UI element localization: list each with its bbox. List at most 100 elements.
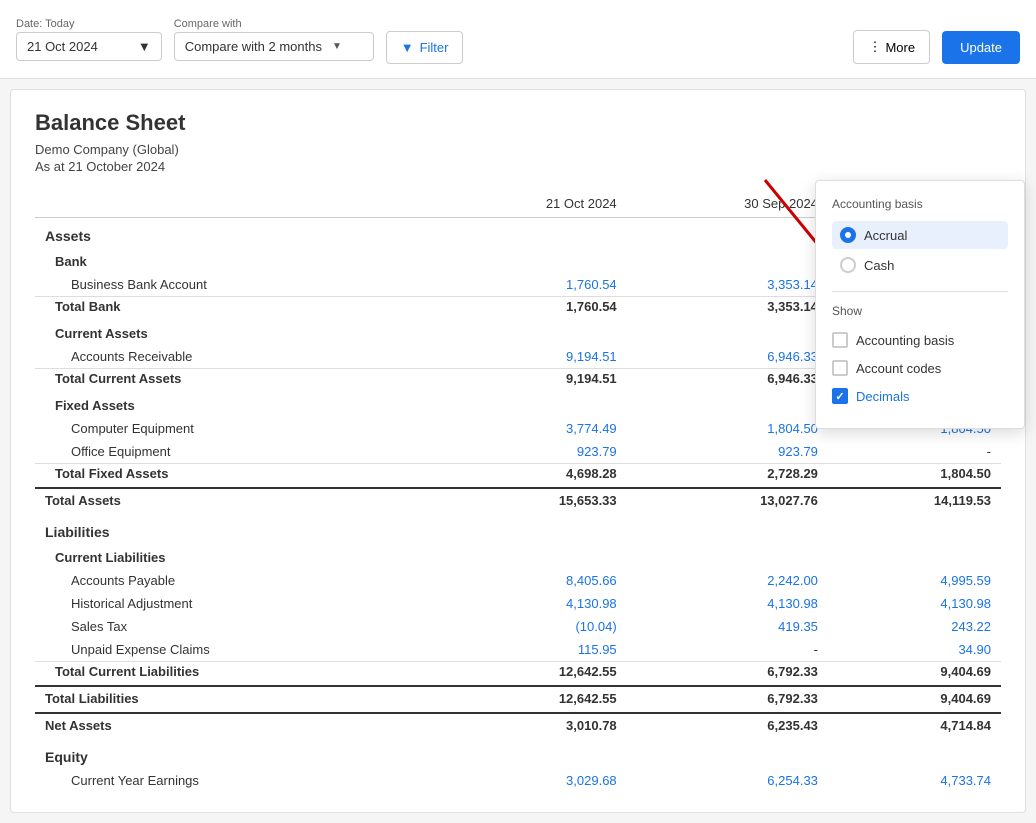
office-equipment-label: Office Equipment (35, 440, 432, 464)
current-liabilities-header: Current Liabilities (35, 544, 1001, 569)
total-assets-row: Total Assets 15,653.33 13,027.76 14,119.… (35, 488, 1001, 514)
total-liabilities-col2: 6,792.33 (627, 686, 828, 713)
accounts-receivable-col2[interactable]: 6,946.33 (627, 345, 828, 369)
accounts-receivable-col1[interactable]: 9,194.51 (432, 345, 627, 369)
sales-tax-col1[interactable]: (10.04) (432, 615, 627, 638)
unpaid-expense-col1[interactable]: 115.95 (432, 638, 627, 662)
total-fixed-assets-col1: 4,698.28 (432, 464, 627, 489)
current-liabilities-label: Current Liabilities (35, 544, 1001, 569)
unpaid-expense-label: Unpaid Expense Claims (35, 638, 432, 662)
historical-adjustment-col1[interactable]: 4,130.98 (432, 592, 627, 615)
sales-tax-label: Sales Tax (35, 615, 432, 638)
equity-label: Equity (35, 739, 1001, 769)
compare-value: Compare with 2 months (185, 39, 322, 54)
decimals-checkbox-option[interactable]: Decimals (832, 384, 1008, 408)
accounting-basis-checkbox-option[interactable]: Accounting basis (832, 328, 1008, 352)
show-title: Show (832, 304, 1008, 318)
accounts-payable-col2[interactable]: 2,242.00 (627, 569, 828, 592)
decimals-cb-label: Decimals (856, 389, 909, 404)
business-bank-col2[interactable]: 3,353.14 (627, 273, 828, 297)
date-label: Date: Today (16, 18, 162, 30)
net-assets-label: Net Assets (35, 713, 432, 739)
current-year-earnings-col3[interactable]: 4,733.74 (828, 769, 1001, 792)
date-picker[interactable]: 21 Oct 2024 ▼ (16, 32, 162, 61)
total-current-liabilities-col3: 9,404.69 (828, 662, 1001, 687)
company-name: Demo Company (Global) (35, 142, 1001, 157)
more-button[interactable]: ⋮ More (853, 30, 930, 64)
cash-label: Cash (864, 258, 894, 273)
filter-button[interactable]: ▼ Filter (386, 31, 464, 64)
cash-radio[interactable] (840, 257, 856, 273)
total-current-liabilities-row: Total Current Liabilities 12,642.55 6,79… (35, 662, 1001, 687)
table-row: Sales Tax (10.04) 419.35 243.22 (35, 615, 1001, 638)
total-fixed-assets-label: Total Fixed Assets (35, 464, 432, 489)
office-equipment-col3: - (828, 440, 1001, 464)
update-label: Update (960, 40, 1002, 55)
table-row: Current Year Earnings 3,029.68 6,254.33 … (35, 769, 1001, 792)
historical-adjustment-label: Historical Adjustment (35, 592, 432, 615)
total-liabilities-label: Total Liabilities (35, 686, 432, 713)
accounts-payable-col1[interactable]: 8,405.66 (432, 569, 627, 592)
computer-equipment-label: Computer Equipment (35, 417, 432, 440)
total-assets-label: Total Assets (35, 488, 432, 514)
col1-header: 21 Oct 2024 (432, 190, 627, 218)
more-label: More (885, 40, 915, 55)
accounts-receivable-label: Accounts Receivable (35, 345, 432, 369)
accounts-payable-label: Accounts Payable (35, 569, 432, 592)
business-bank-col1[interactable]: 1,760.54 (432, 273, 627, 297)
total-current-liabilities-col1: 12,642.55 (432, 662, 627, 687)
account-codes-cb-label: Account codes (856, 361, 941, 376)
business-bank-label: Business Bank Account (35, 273, 432, 297)
total-liabilities-row: Total Liabilities 12,642.55 6,792.33 9,4… (35, 686, 1001, 713)
report-title: Balance Sheet (35, 110, 1001, 136)
total-assets-col2: 13,027.76 (627, 488, 828, 514)
total-assets-col3: 14,119.53 (828, 488, 1001, 514)
historical-adjustment-col3[interactable]: 4,130.98 (828, 592, 1001, 615)
as-at-date: As at 21 October 2024 (35, 159, 1001, 174)
computer-equipment-col1[interactable]: 3,774.49 (432, 417, 627, 440)
accrual-radio[interactable] (840, 227, 856, 243)
net-assets-row: Net Assets 3,010.78 6,235.43 4,714.84 (35, 713, 1001, 739)
decimals-checkbox[interactable] (832, 388, 848, 404)
total-current-assets-col2: 6,946.33 (627, 369, 828, 393)
account-codes-checkbox-option[interactable]: Account codes (832, 356, 1008, 380)
table-row: Accounts Payable 8,405.66 2,242.00 4,995… (35, 569, 1001, 592)
current-year-earnings-col1[interactable]: 3,029.68 (432, 769, 627, 792)
accrual-option[interactable]: Accrual (832, 221, 1008, 249)
divider (832, 291, 1008, 292)
account-codes-checkbox[interactable] (832, 360, 848, 376)
compare-group: Compare with Compare with 2 months ▼ (174, 18, 374, 61)
total-fixed-assets-col2: 2,728.29 (627, 464, 828, 489)
office-equipment-col2[interactable]: 923.79 (627, 440, 828, 464)
office-equipment-col1[interactable]: 923.79 (432, 440, 627, 464)
total-fixed-assets-col3: 1,804.50 (828, 464, 1001, 489)
total-bank-col2: 3,353.14 (627, 297, 828, 321)
accounting-basis-checkbox[interactable] (832, 332, 848, 348)
chevron-down-icon: ▼ (138, 39, 151, 54)
main-content: Balance Sheet Demo Company (Global) As a… (10, 89, 1026, 813)
sales-tax-col3[interactable]: 243.22 (828, 615, 1001, 638)
total-current-liabilities-col2: 6,792.33 (627, 662, 828, 687)
historical-adjustment-col2[interactable]: 4,130.98 (627, 592, 828, 615)
filter-icon: ▼ (401, 40, 414, 55)
filter-label: Filter (420, 40, 449, 55)
table-row: Unpaid Expense Claims 115.95 - 34.90 (35, 638, 1001, 662)
accounting-basis-title: Accounting basis (832, 197, 1008, 211)
accounting-basis-cb-label: Accounting basis (856, 333, 954, 348)
computer-equipment-col2[interactable]: 1,804.50 (627, 417, 828, 440)
col-label-header (35, 190, 432, 218)
compare-picker[interactable]: Compare with 2 months ▼ (174, 32, 374, 61)
liabilities-section-header: Liabilities (35, 514, 1001, 544)
total-fixed-assets-row: Total Fixed Assets 4,698.28 2,728.29 1,8… (35, 464, 1001, 489)
liabilities-label: Liabilities (35, 514, 1001, 544)
net-assets-col2: 6,235.43 (627, 713, 828, 739)
update-button[interactable]: Update (942, 31, 1020, 64)
total-current-liabilities-label: Total Current Liabilities (35, 662, 432, 687)
sales-tax-col2[interactable]: 419.35 (627, 615, 828, 638)
accounts-payable-col3[interactable]: 4,995.59 (828, 569, 1001, 592)
toolbar: Date: Today 21 Oct 2024 ▼ Compare with C… (0, 0, 1036, 79)
total-current-assets-col1: 9,194.51 (432, 369, 627, 393)
cash-option[interactable]: Cash (832, 251, 1008, 279)
unpaid-expense-col3[interactable]: 34.90 (828, 638, 1001, 662)
current-year-earnings-col2[interactable]: 6,254.33 (627, 769, 828, 792)
